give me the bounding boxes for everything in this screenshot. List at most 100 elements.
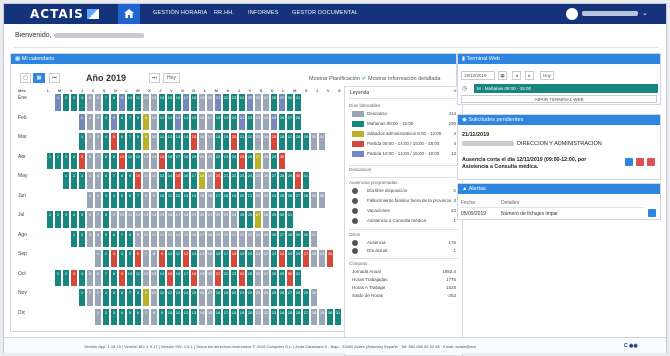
calendar-day[interactable]: 25 <box>270 288 278 307</box>
calendar-day[interactable]: 30 <box>286 93 294 112</box>
calendar-day[interactable]: 24 <box>262 288 270 307</box>
calendar-day[interactable]: 10 <box>126 268 134 287</box>
calendar-day[interactable]: 21 <box>214 93 222 112</box>
calendar-day[interactable]: 31 <box>302 171 310 190</box>
calendar-day[interactable]: 15 <box>166 93 174 112</box>
calendar-day[interactable]: 6 <box>118 288 126 307</box>
calendar-day[interactable]: 19 <box>230 190 238 209</box>
calendar-day[interactable]: 28 <box>262 151 270 170</box>
calendar-day[interactable]: 28 <box>278 171 286 190</box>
calendar-day[interactable]: 8 <box>134 288 142 307</box>
calendar-day[interactable]: 14 <box>158 268 166 287</box>
calendar-day[interactable]: 8 <box>118 171 126 190</box>
calendar-day[interactable]: 9 <box>118 93 126 112</box>
calendar-day[interactable]: 22 <box>262 307 270 326</box>
calendar-day[interactable]: 22 <box>214 210 222 229</box>
calendar-day[interactable]: 3 <box>102 190 110 209</box>
calendar-day[interactable]: 18 <box>214 288 222 307</box>
calendar-day[interactable]: 15 <box>158 151 166 170</box>
cancel-icon[interactable] <box>647 158 655 166</box>
calendar-day[interactable]: 1 <box>86 190 94 209</box>
calendar-day[interactable]: 30 <box>326 307 334 326</box>
calendar-day[interactable]: 13 <box>150 268 158 287</box>
calendar-day[interactable]: 29 <box>310 190 318 209</box>
calendar-day[interactable]: 5 <box>78 210 86 229</box>
calendar-day[interactable]: 16 <box>166 151 174 170</box>
calendar-day[interactable]: 2 <box>94 190 102 209</box>
calendar-day[interactable]: 2 <box>86 132 94 151</box>
calendar-day[interactable]: 27 <box>270 171 278 190</box>
calendar-day[interactable]: 26 <box>278 288 286 307</box>
calendar-day[interactable]: 19 <box>190 151 198 170</box>
calendar-icon[interactable]: ▦ <box>498 71 507 80</box>
calendar-day[interactable]: 1 <box>54 268 62 287</box>
calendar-day[interactable]: 5 <box>86 93 94 112</box>
calendar-day[interactable]: 5 <box>126 307 134 326</box>
calendar-day[interactable]: 27 <box>286 288 294 307</box>
calendar-day[interactable]: 30 <box>310 288 318 307</box>
calendar-day[interactable]: 7 <box>142 307 150 326</box>
calendar-day[interactable]: 30 <box>294 171 302 190</box>
calendar-day[interactable]: 23 <box>262 190 270 209</box>
calendar-day[interactable]: 29 <box>302 288 310 307</box>
calendar-day[interactable]: 17 <box>206 112 214 131</box>
calendar-day[interactable]: 27 <box>262 93 270 112</box>
open-terminal-button[interactable]: ABRIR TERMINAL WEB <box>461 95 657 103</box>
calendar-day[interactable]: 10 <box>126 93 134 112</box>
calendar-day[interactable]: 10 <box>118 151 126 170</box>
calendar-day[interactable]: 5 <box>94 171 102 190</box>
calendar-day[interactable]: 1 <box>78 112 86 131</box>
calendar-day[interactable]: 7 <box>126 288 134 307</box>
calendar-day[interactable]: 2 <box>62 93 70 112</box>
calendar-day[interactable]: 2 <box>102 249 110 268</box>
calendar-day[interactable]: 5 <box>110 132 118 151</box>
calendar-day[interactable]: 15 <box>190 288 198 307</box>
calendar-day[interactable]: 18 <box>206 229 214 248</box>
home-button[interactable] <box>118 4 140 24</box>
calendar-day[interactable]: 29 <box>270 210 278 229</box>
calendar-day[interactable]: 16 <box>214 307 222 326</box>
calendar-day[interactable]: 4 <box>70 210 78 229</box>
calendar-day[interactable]: 3 <box>94 112 102 131</box>
calendar-day[interactable]: 12 <box>142 268 150 287</box>
calendar-day[interactable]: 26 <box>254 268 262 287</box>
calendar-day[interactable]: 22 <box>246 132 254 151</box>
calendar-day[interactable]: 20 <box>230 132 238 151</box>
calendar-day[interactable]: 22 <box>214 151 222 170</box>
calendar-day[interactable]: 26 <box>286 190 294 209</box>
calendar-day[interactable]: 23 <box>254 132 262 151</box>
calendar-day[interactable]: 3 <box>86 229 94 248</box>
calendar-day[interactable]: 26 <box>278 132 286 151</box>
calendar-day[interactable]: 11 <box>134 268 142 287</box>
calendar-day[interactable]: 30 <box>278 210 286 229</box>
view-alert-icon[interactable] <box>648 209 656 217</box>
calendar-day[interactable]: 2 <box>86 112 94 131</box>
calendar-day[interactable]: 9 <box>142 288 150 307</box>
calendar-day[interactable]: 25 <box>270 132 278 151</box>
calendar-day[interactable]: 28 <box>302 190 310 209</box>
calendar-day[interactable]: 4 <box>110 190 118 209</box>
calendar-day[interactable]: 16 <box>198 132 206 151</box>
calendar-day[interactable]: 3 <box>78 171 86 190</box>
calendar-day[interactable]: 26 <box>278 112 286 131</box>
calendar-day[interactable]: 23 <box>222 210 230 229</box>
calendar-day[interactable]: 25 <box>262 229 270 248</box>
calendar-day[interactable]: 14 <box>158 93 166 112</box>
calendar-day[interactable]: 17 <box>174 210 182 229</box>
calendar-day[interactable]: 21 <box>254 249 262 268</box>
calendar-day[interactable]: 28 <box>270 268 278 287</box>
calendar-day[interactable]: 1 <box>78 288 86 307</box>
calendar-day[interactable]: 1 <box>94 307 102 326</box>
calendar-day[interactable]: 23 <box>254 112 262 131</box>
calendar-day[interactable]: 18 <box>182 210 190 229</box>
calendar-day[interactable]: 29 <box>302 132 310 151</box>
calendar-day[interactable]: 15 <box>206 307 214 326</box>
calendar-day[interactable]: 23 <box>270 307 278 326</box>
calendar-day[interactable]: 2 <box>54 151 62 170</box>
calendar-day[interactable]: 19 <box>214 229 222 248</box>
calendar-day[interactable]: 8 <box>150 307 158 326</box>
calendar-day[interactable]: 25 <box>286 249 294 268</box>
calendar-day[interactable]: 20 <box>206 268 214 287</box>
calendar-day[interactable]: 21 <box>214 268 222 287</box>
calendar-day[interactable]: 9 <box>110 210 118 229</box>
